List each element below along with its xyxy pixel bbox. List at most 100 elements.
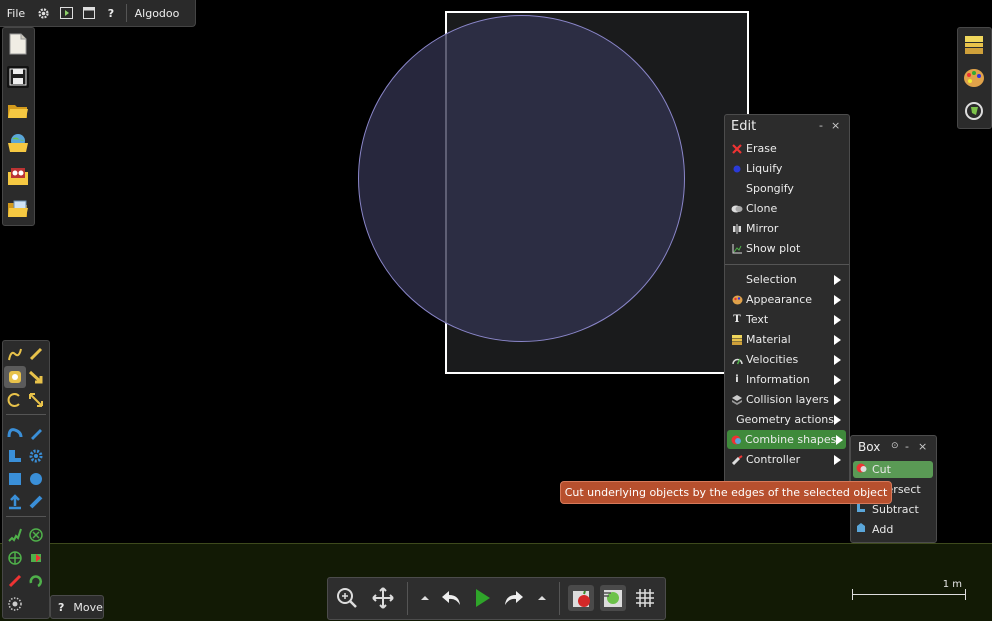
current-tool-label: Move [73, 600, 103, 614]
thruster-tool-icon[interactable] [25, 547, 47, 569]
undo-dropdown-icon[interactable] [414, 587, 436, 609]
gear-tool-icon[interactable] [25, 445, 47, 467]
air-friction-icon[interactable] [600, 585, 626, 611]
gravity-icon[interactable] [568, 585, 594, 611]
pan-icon[interactable] [372, 587, 394, 609]
load-scenes-icon[interactable] [7, 165, 29, 187]
knife-tool-icon[interactable] [25, 343, 47, 365]
menu-item-collision-layers[interactable]: Collision layers [727, 390, 846, 409]
submenu-arrow-icon [834, 294, 841, 305]
menu-item-selection[interactable]: Selection [727, 270, 846, 289]
menu-title: Edit [731, 119, 757, 134]
information-icon: i [735, 374, 739, 385]
open-folder-icon[interactable] [7, 100, 29, 122]
current-tool-hint[interactable]: ? Move [50, 595, 104, 619]
menu-item-controller[interactable]: Controller [727, 450, 846, 469]
edit-context-menu: Edit - × Erase Liquify Spongify Clone Mi… [724, 114, 850, 488]
menu-item-clone[interactable]: Clone [727, 199, 846, 218]
drag-tool-icon[interactable] [25, 366, 47, 388]
menu-item-information[interactable]: i Information [727, 370, 846, 389]
menu-item-label: Subtract [872, 503, 919, 516]
menu-item-material[interactable]: Material [727, 330, 846, 349]
right-settings-panel [957, 27, 992, 129]
new-scene-icon[interactable] [7, 33, 29, 55]
menu-item-add[interactable]: Add [853, 521, 933, 538]
menu-item-mirror[interactable]: Mirror [727, 219, 846, 238]
menu-item-label: Collision layers [746, 393, 829, 406]
rotate-tool-icon[interactable] [4, 389, 26, 411]
gear-icon[interactable] [32, 0, 54, 26]
menu-item-label: Information [746, 373, 810, 386]
save-icon[interactable] [7, 66, 29, 88]
help-icon[interactable]: ? [100, 0, 122, 26]
brush-tool-icon[interactable] [4, 593, 26, 615]
fixate-tool-icon[interactable] [25, 524, 47, 546]
grid-icon[interactable] [634, 587, 656, 609]
menu-item-erase[interactable]: Erase [727, 139, 846, 158]
minimize-button[interactable]: - [905, 440, 909, 453]
window-icon[interactable] [78, 0, 100, 26]
menu-item-velocities[interactable]: Velocities [727, 350, 846, 369]
text-icon: T [733, 314, 741, 325]
submenu-arrow-icon [834, 414, 841, 425]
laser-tool-icon[interactable] [4, 570, 26, 592]
liquify-icon [731, 163, 743, 175]
menu-item-show-plot[interactable]: Show plot [727, 239, 846, 258]
submenu-arrow-icon [834, 354, 841, 365]
circle-object[interactable] [358, 15, 685, 342]
pencil-tool-icon[interactable] [25, 422, 47, 444]
submenu-title: Box [858, 440, 881, 454]
scale-label: 1 m [942, 579, 962, 590]
menu-item-label: Appearance [746, 293, 813, 306]
play-icon[interactable] [471, 587, 493, 609]
open-phunlet-icon[interactable] [7, 198, 29, 220]
help-icon: ? [58, 600, 65, 614]
cut-icon [856, 463, 868, 476]
move-tool-icon[interactable] [4, 366, 26, 388]
menu-item-label: Spongify [746, 182, 794, 195]
close-button[interactable]: × [918, 440, 927, 453]
spring-tool-icon[interactable] [4, 524, 26, 546]
zoom-icon[interactable] [336, 587, 358, 609]
redo-dropdown-icon[interactable] [531, 587, 553, 609]
menu-item-combine-shapes[interactable]: Combine shapes [727, 430, 846, 449]
play-window-icon[interactable] [54, 0, 78, 26]
velocities-icon [731, 354, 743, 366]
pin-icon[interactable]: ⊙ [891, 441, 899, 451]
menu-item-label: Add [872, 523, 894, 536]
chain-tool-icon[interactable] [25, 491, 47, 513]
minimize-button[interactable]: - [819, 119, 823, 132]
close-button[interactable]: × [831, 119, 840, 132]
menu-item-label: Text [746, 313, 769, 326]
undo-icon[interactable] [440, 587, 462, 609]
menu-item-geometry-actions[interactable]: Geometry actions [727, 410, 846, 429]
divider [6, 414, 46, 415]
divider [126, 4, 127, 22]
rope-tool-icon[interactable] [4, 422, 26, 444]
subtract-icon [856, 503, 868, 516]
menu-item-appearance[interactable]: Appearance [727, 290, 846, 309]
tools-settings-icon[interactable] [963, 100, 985, 122]
controller-icon [731, 454, 743, 466]
submenu-arrow-icon [834, 314, 841, 325]
redo-icon[interactable] [503, 587, 525, 609]
menu-item-cut[interactable]: Cut [853, 461, 933, 478]
polygon-tool-icon[interactable] [4, 445, 26, 467]
menu-item-spongify[interactable]: Spongify [727, 179, 846, 198]
file-menu[interactable]: File [0, 0, 32, 26]
axle-tool-icon[interactable] [4, 547, 26, 569]
circle-tool-icon[interactable] [25, 468, 47, 490]
tools-panel [2, 340, 50, 619]
browse-online-icon[interactable] [7, 132, 29, 154]
tracer-tool-icon[interactable] [25, 570, 47, 592]
plane-tool-icon[interactable] [4, 491, 26, 513]
palette-icon[interactable] [963, 67, 985, 89]
scale-tool-icon[interactable] [25, 389, 47, 411]
background-icon[interactable] [963, 34, 985, 56]
scale-line [852, 594, 966, 595]
box-tool-icon[interactable] [4, 468, 26, 490]
menu-item-text[interactable]: T Text [727, 310, 846, 329]
app-name-menu[interactable]: Algodoo [131, 0, 183, 26]
sketch-tool-icon[interactable] [4, 343, 26, 365]
menu-item-liquify[interactable]: Liquify [727, 159, 846, 178]
